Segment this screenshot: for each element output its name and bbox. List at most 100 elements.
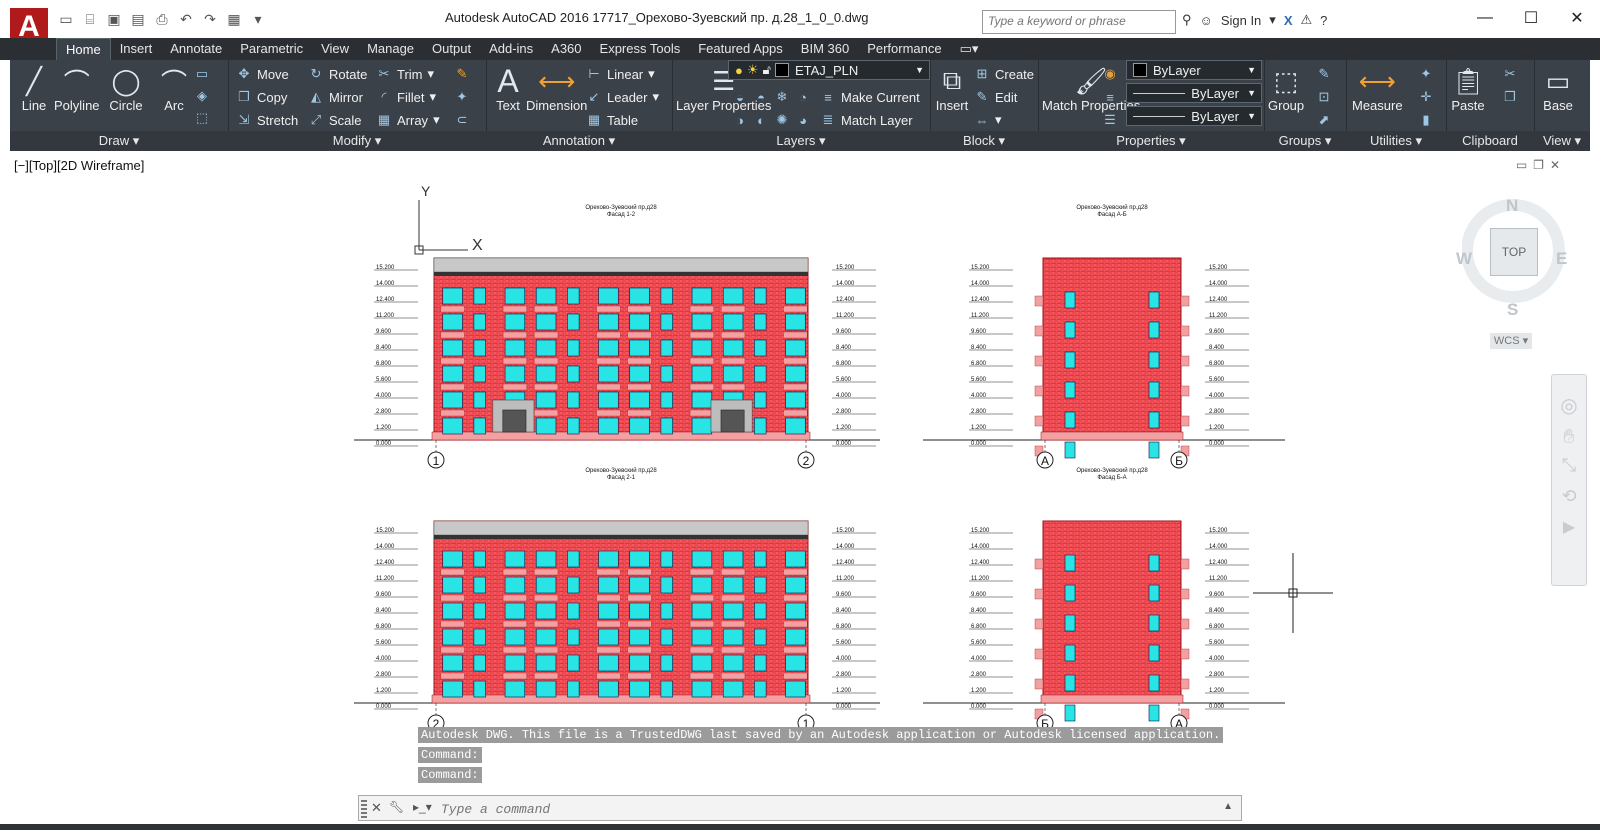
- window: [660, 365, 673, 383]
- command-input[interactable]: [439, 799, 1203, 819]
- window: [660, 417, 673, 435]
- balcony-side: [1034, 385, 1044, 397]
- balcony-panel: [783, 331, 808, 339]
- balcony-side: [1034, 678, 1044, 690]
- viewcube-top-face[interactable]: TOP: [1490, 228, 1538, 276]
- window: [567, 550, 580, 568]
- window: [754, 391, 767, 409]
- balcony-panel: [689, 409, 714, 417]
- close-command-line-icon[interactable]: ✕: [371, 800, 382, 816]
- balcony-panel: [502, 305, 527, 313]
- elevation-elev-2-1: Орехово-Зуевский пр.д28Фасад 2-1 15.200 15…: [354, 467, 880, 732]
- level-mark-left: 5.600: [376, 377, 392, 383]
- viewcube[interactable]: TOP N S E W: [1456, 192, 1572, 319]
- window: [535, 602, 557, 620]
- balcony-panel: [502, 568, 527, 576]
- window: [785, 576, 806, 594]
- level-mark-right: 11.200: [1209, 576, 1228, 582]
- balcony-panel: [596, 383, 621, 391]
- balcony-panel: [689, 331, 714, 339]
- window: [691, 654, 713, 672]
- balcony-panel: [627, 594, 652, 602]
- balcony-panel: [440, 357, 465, 365]
- customize-icon[interactable]: 🔧︎: [389, 800, 404, 814]
- wcs-menu[interactable]: WCS ▾: [1490, 333, 1532, 349]
- orbit-icon[interactable]: ⟲: [1552, 486, 1586, 507]
- balcony-panel: [502, 672, 527, 680]
- plinth: [1040, 694, 1184, 704]
- balcony-panel: [534, 646, 559, 654]
- compass-east[interactable]: E: [1556, 249, 1567, 269]
- command-line-grip[interactable]: [361, 800, 367, 818]
- window: [1148, 644, 1160, 662]
- window: [629, 391, 650, 409]
- balcony-panel: [534, 672, 559, 680]
- window: [1148, 704, 1160, 722]
- compass-north[interactable]: N: [1506, 196, 1518, 216]
- balcony-panel: [721, 331, 746, 339]
- balcony-panel: [627, 305, 652, 313]
- level-mark-left: 5.600: [376, 640, 392, 646]
- balcony-side: [1034, 648, 1044, 660]
- window: [1064, 614, 1076, 632]
- window: [722, 576, 744, 594]
- status-bar: [0, 824, 1600, 830]
- window: [1148, 584, 1160, 602]
- balcony-panel: [596, 672, 621, 680]
- level-mark-left: 0.000: [971, 704, 987, 710]
- level-mark-left: 9.600: [971, 329, 987, 335]
- pan-icon[interactable]: ✋︎: [1552, 426, 1586, 449]
- entrance-door: [720, 409, 745, 433]
- compass-south[interactable]: S: [1507, 300, 1518, 320]
- compass-west[interactable]: W: [1456, 249, 1472, 269]
- window: [473, 365, 486, 383]
- window: [535, 313, 557, 331]
- window: [442, 313, 463, 331]
- window: [504, 680, 526, 698]
- ucs-icon: Y X: [414, 183, 483, 255]
- balcony-panel: [783, 383, 808, 391]
- level-mark-right: 1.200: [836, 425, 852, 431]
- balcony-panel: [596, 568, 621, 576]
- steering-wheel-icon[interactable]: ◎: [1552, 393, 1586, 418]
- window: [629, 654, 650, 672]
- model-space[interactable]: Y X Орехово-Зуевский пр.д28Фасад 1-215.2…: [0, 0, 1600, 830]
- showmotion-icon[interactable]: ▶: [1552, 517, 1586, 537]
- level-mark-left: 15.200: [971, 265, 990, 271]
- window: [785, 628, 806, 646]
- level-mark-right: 1.200: [836, 688, 852, 694]
- level-mark-left: 8.400: [971, 345, 987, 351]
- window: [660, 628, 673, 646]
- axis-label: 1: [433, 454, 440, 468]
- balcony-side: [1180, 558, 1190, 570]
- window: [504, 628, 526, 646]
- balcony-side: [1180, 618, 1190, 630]
- window: [442, 365, 463, 383]
- balcony-panel: [689, 383, 714, 391]
- window: [1148, 441, 1160, 459]
- level-mark-right: 6.800: [836, 361, 852, 367]
- window: [442, 287, 463, 305]
- balcony-panel: [627, 646, 652, 654]
- window: [1064, 351, 1076, 369]
- window: [629, 628, 650, 646]
- recent-commands-icon[interactable]: ▸_▾: [413, 800, 432, 814]
- window: [691, 680, 713, 698]
- level-mark-left: 8.400: [376, 608, 392, 614]
- window: [722, 550, 744, 568]
- cornice: [434, 272, 808, 276]
- level-mark-right: 14.000: [1209, 544, 1228, 550]
- level-mark-left: 5.600: [971, 640, 987, 646]
- roof-parapet: [433, 257, 809, 273]
- window: [691, 576, 713, 594]
- balcony-panel: [534, 594, 559, 602]
- level-mark-left: 15.200: [376, 265, 395, 271]
- command-history-toggle-icon[interactable]: ▲: [1223, 801, 1233, 812]
- level-mark-right: 0.000: [1209, 441, 1225, 447]
- balcony-panel: [440, 594, 465, 602]
- window: [504, 313, 526, 331]
- window: [691, 339, 713, 357]
- zoom-extents-icon[interactable]: ⤡: [1552, 455, 1586, 476]
- level-mark-right: 2.800: [1209, 409, 1225, 415]
- balcony-panel: [440, 383, 465, 391]
